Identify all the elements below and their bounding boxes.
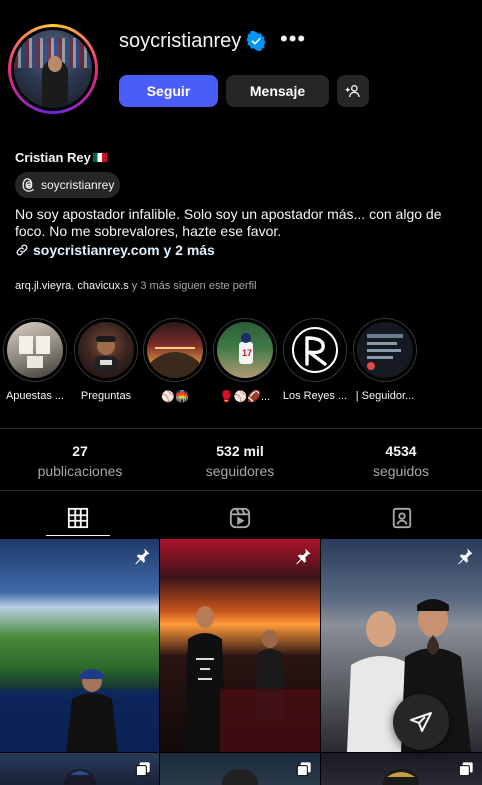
highlight-item[interactable]: | Seguidor... <box>350 318 420 402</box>
reels-icon <box>229 507 251 529</box>
carousel-icon <box>458 762 473 777</box>
verified-badge-icon <box>246 31 266 51</box>
messages-fab[interactable] <box>393 694 449 750</box>
link-icon <box>16 244 28 256</box>
post-thumbnail[interactable] <box>160 753 320 785</box>
post-thumbnail[interactable] <box>0 539 159 752</box>
send-icon <box>410 712 432 732</box>
threads-icon <box>22 178 34 192</box>
threads-link[interactable]: soycristianrey <box>15 172 120 198</box>
full-name: Cristian Rey <box>15 150 107 165</box>
highlight-item[interactable]: ⚾🏟️ <box>140 318 210 403</box>
tagged-icon <box>392 507 412 529</box>
story-highlights: Apuestas ... Preguntas ⚾🏟️ 17 🥊⚾🏈... Los… <box>0 318 482 408</box>
tab-reels[interactable] <box>208 500 272 536</box>
carousel-icon <box>135 762 150 777</box>
following-count[interactable]: 4534 seguidos <box>341 443 461 479</box>
highlight-item[interactable]: Los Reyes ... <box>280 318 350 402</box>
carousel-icon <box>296 762 311 777</box>
pinned-icon <box>296 548 311 565</box>
svg-text:17: 17 <box>242 348 252 358</box>
threads-handle: soycristianrey <box>41 178 115 192</box>
tab-posts[interactable] <box>46 500 110 536</box>
pinned-icon <box>135 548 150 565</box>
mexico-flag-icon <box>92 153 107 162</box>
divider <box>0 490 482 491</box>
profile-avatar[interactable] <box>8 24 98 114</box>
bio-link[interactable]: soycristianrey.com y 2 más <box>15 242 215 258</box>
followed-by-text[interactable]: arq.jl.vieyra, chavicux.s y 3 más siguen… <box>15 280 257 292</box>
highlight-item[interactable]: 17 🥊⚾🏈... <box>210 318 280 403</box>
post-thumbnail[interactable] <box>0 753 159 785</box>
avatar-image <box>14 30 92 108</box>
post-thumbnail[interactable] <box>321 753 482 785</box>
add-person-icon <box>345 85 360 98</box>
followers-count[interactable]: 532 mil seguidores <box>180 443 300 479</box>
tab-tagged[interactable] <box>370 500 434 536</box>
bio-text: No soy apostador infalible. Solo soy un … <box>15 206 442 239</box>
username: soycristianrey <box>119 30 242 52</box>
pinned-icon <box>458 548 473 565</box>
suggested-users-button[interactable] <box>337 75 369 107</box>
divider <box>0 428 482 429</box>
highlight-item[interactable]: Preguntas <box>71 318 141 402</box>
grid-icon <box>67 507 89 528</box>
post-thumbnail[interactable] <box>160 539 320 752</box>
more-options-icon[interactable]: ••• <box>280 26 306 52</box>
highlight-item[interactable]: Apuestas ... <box>0 318 70 402</box>
posts-count: 27 publicaciones <box>37 443 123 479</box>
follow-button[interactable]: Seguir <box>119 75 218 107</box>
message-button[interactable]: Mensaje <box>226 75 329 107</box>
